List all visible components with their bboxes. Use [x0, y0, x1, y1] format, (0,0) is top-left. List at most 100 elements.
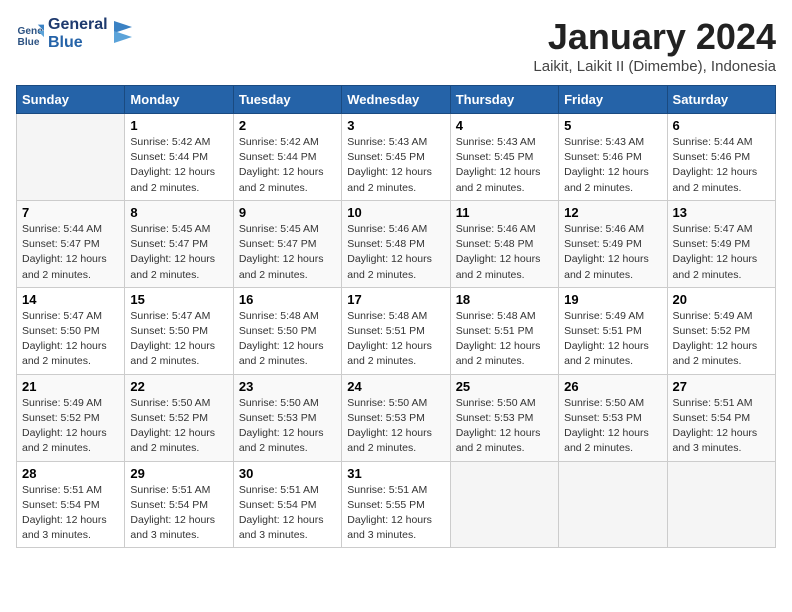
day-info: Sunrise: 5:51 AM Sunset: 5:55 PM Dayligh… — [347, 483, 444, 544]
calendar-week-4: 21 Sunrise: 5:49 AM Sunset: 5:52 PM Dayli… — [17, 374, 776, 461]
day-info: Sunrise: 5:49 AM Sunset: 5:52 PM Dayligh… — [673, 309, 770, 370]
calendar-cell: 28 Sunrise: 5:51 AM Sunset: 5:54 PM Dayli… — [17, 461, 125, 548]
calendar-cell: 8Sunrise: 5:45 AM Sunset: 5:47 PM Daylig… — [125, 200, 233, 287]
calendar-cell — [17, 114, 125, 201]
day-info: Sunrise: 5:43 AM Sunset: 5:46 PM Dayligh… — [564, 135, 661, 196]
day-info: Sunrise: 5:50 AM Sunset: 5:53 PM Dayligh… — [239, 396, 336, 457]
calendar-cell — [450, 461, 558, 548]
day-info: Sunrise: 5:43 AM Sunset: 5:45 PM Dayligh… — [347, 135, 444, 196]
calendar-cell: 17 Sunrise: 5:48 AM Sunset: 5:51 PM Dayli… — [342, 287, 450, 374]
calendar-cell: 23 Sunrise: 5:50 AM Sunset: 5:53 PM Dayli… — [233, 374, 341, 461]
calendar-cell: 12Sunrise: 5:46 AM Sunset: 5:49 PM Dayli… — [559, 200, 667, 287]
calendar-cell: 10 Sunrise: 5:46 AM Sunset: 5:48 PM Dayli… — [342, 200, 450, 287]
day-info: Sunrise: 5:47 AM Sunset: 5:49 PM Dayligh… — [673, 222, 770, 283]
col-header-friday: Friday — [559, 86, 667, 114]
day-number: 5 — [564, 118, 661, 133]
calendar-cell: 7Sunrise: 5:44 AM Sunset: 5:47 PM Daylig… — [17, 200, 125, 287]
day-number: 23 — [239, 379, 336, 394]
calendar-week-3: 14 Sunrise: 5:47 AM Sunset: 5:50 PM Dayli… — [17, 287, 776, 374]
day-number: 7 — [22, 205, 119, 220]
day-info: Sunrise: 5:44 AM Sunset: 5:46 PM Dayligh… — [673, 135, 770, 196]
day-number: 14 — [22, 292, 119, 307]
day-number: 15 — [130, 292, 227, 307]
col-header-monday: Monday — [125, 86, 233, 114]
day-number: 22 — [130, 379, 227, 394]
title-section: January 2024 Laikit, Laikit II (Dimembe)… — [533, 16, 776, 75]
calendar-cell: 21 Sunrise: 5:49 AM Sunset: 5:52 PM Dayli… — [17, 374, 125, 461]
calendar-cell: 4 Sunrise: 5:43 AM Sunset: 5:45 PM Daylig… — [450, 114, 558, 201]
day-number: 6 — [673, 118, 770, 133]
calendar-cell: 31 Sunrise: 5:51 AM Sunset: 5:55 PM Dayli… — [342, 461, 450, 548]
blue-flag-icon — [114, 21, 132, 43]
calendar-cell: 3 Sunrise: 5:43 AM Sunset: 5:45 PM Daylig… — [342, 114, 450, 201]
day-number: 4 — [456, 118, 553, 133]
logo-line2: Blue — [48, 34, 108, 52]
day-number: 29 — [130, 466, 227, 481]
col-header-wednesday: Wednesday — [342, 86, 450, 114]
svg-text:Blue: Blue — [18, 37, 40, 48]
day-number: 26 — [564, 379, 661, 394]
day-number: 28 — [22, 466, 119, 481]
logo-line1: General — [48, 16, 108, 34]
calendar-cell: 29Sunrise: 5:51 AM Sunset: 5:54 PM Dayli… — [125, 461, 233, 548]
day-info: Sunrise: 5:51 AM Sunset: 5:54 PM Dayligh… — [22, 483, 119, 544]
day-number: 3 — [347, 118, 444, 133]
calendar-cell: 16 Sunrise: 5:48 AM Sunset: 5:50 PM Dayli… — [233, 287, 341, 374]
calendar-cell: 11Sunrise: 5:46 AM Sunset: 5:48 PM Dayli… — [450, 200, 558, 287]
col-header-sunday: Sunday — [17, 86, 125, 114]
day-number: 12 — [564, 205, 661, 220]
day-info: Sunrise: 5:51 AM Sunset: 5:54 PM Dayligh… — [239, 483, 336, 544]
calendar-cell: 30 Sunrise: 5:51 AM Sunset: 5:54 PM Dayli… — [233, 461, 341, 548]
day-info: Sunrise: 5:43 AM Sunset: 5:45 PM Dayligh… — [456, 135, 553, 196]
calendar-cell — [667, 461, 775, 548]
calendar-week-1: 1Sunrise: 5:42 AM Sunset: 5:44 PM Daylig… — [17, 114, 776, 201]
day-number: 21 — [22, 379, 119, 394]
day-info: Sunrise: 5:42 AM Sunset: 5:44 PM Dayligh… — [239, 135, 336, 196]
day-info: Sunrise: 5:51 AM Sunset: 5:54 PM Dayligh… — [673, 396, 770, 457]
day-number: 17 — [347, 292, 444, 307]
calendar-week-5: 28 Sunrise: 5:51 AM Sunset: 5:54 PM Dayli… — [17, 461, 776, 548]
day-number: 30 — [239, 466, 336, 481]
calendar-cell: 2 Sunrise: 5:42 AM Sunset: 5:44 PM Daylig… — [233, 114, 341, 201]
day-number: 31 — [347, 466, 444, 481]
day-number: 16 — [239, 292, 336, 307]
calendar-cell: 19Sunrise: 5:49 AM Sunset: 5:51 PM Dayli… — [559, 287, 667, 374]
calendar-cell: 1Sunrise: 5:42 AM Sunset: 5:44 PM Daylig… — [125, 114, 233, 201]
day-number: 8 — [130, 205, 227, 220]
day-number: 24 — [347, 379, 444, 394]
col-header-saturday: Saturday — [667, 86, 775, 114]
calendar-cell: 18Sunrise: 5:48 AM Sunset: 5:51 PM Dayli… — [450, 287, 558, 374]
day-number: 18 — [456, 292, 553, 307]
calendar-cell: 14 Sunrise: 5:47 AM Sunset: 5:50 PM Dayli… — [17, 287, 125, 374]
day-number: 10 — [347, 205, 444, 220]
day-number: 19 — [564, 292, 661, 307]
calendar-cell: 26Sunrise: 5:50 AM Sunset: 5:53 PM Dayli… — [559, 374, 667, 461]
calendar-header-row: SundayMondayTuesdayWednesdayThursdayFrid… — [17, 86, 776, 114]
day-number: 27 — [673, 379, 770, 394]
calendar-cell: 25 Sunrise: 5:50 AM Sunset: 5:53 PM Dayli… — [450, 374, 558, 461]
calendar-cell — [559, 461, 667, 548]
day-info: Sunrise: 5:46 AM Sunset: 5:48 PM Dayligh… — [347, 222, 444, 283]
day-number: 20 — [673, 292, 770, 307]
calendar-cell: 20 Sunrise: 5:49 AM Sunset: 5:52 PM Dayli… — [667, 287, 775, 374]
day-number: 25 — [456, 379, 553, 394]
day-info: Sunrise: 5:48 AM Sunset: 5:50 PM Dayligh… — [239, 309, 336, 370]
day-number: 13 — [673, 205, 770, 220]
general-blue-logo-icon: General Blue — [16, 20, 44, 48]
location-subtitle: Laikit, Laikit II (Dimembe), Indonesia — [533, 58, 776, 75]
calendar-cell: 9Sunrise: 5:45 AM Sunset: 5:47 PM Daylig… — [233, 200, 341, 287]
day-number: 11 — [456, 205, 553, 220]
day-info: Sunrise: 5:42 AM Sunset: 5:44 PM Dayligh… — [130, 135, 227, 196]
month-title: January 2024 — [533, 16, 776, 58]
day-info: Sunrise: 5:47 AM Sunset: 5:50 PM Dayligh… — [22, 309, 119, 370]
day-info: Sunrise: 5:50 AM Sunset: 5:53 PM Dayligh… — [456, 396, 553, 457]
day-info: Sunrise: 5:48 AM Sunset: 5:51 PM Dayligh… — [347, 309, 444, 370]
day-info: Sunrise: 5:50 AM Sunset: 5:53 PM Dayligh… — [347, 396, 444, 457]
calendar-cell: 27 Sunrise: 5:51 AM Sunset: 5:54 PM Dayli… — [667, 374, 775, 461]
day-number: 2 — [239, 118, 336, 133]
calendar-week-2: 7Sunrise: 5:44 AM Sunset: 5:47 PM Daylig… — [17, 200, 776, 287]
calendar-cell: 5 Sunrise: 5:43 AM Sunset: 5:46 PM Daylig… — [559, 114, 667, 201]
day-info: Sunrise: 5:49 AM Sunset: 5:52 PM Dayligh… — [22, 396, 119, 457]
calendar-table: SundayMondayTuesdayWednesdayThursdayFrid… — [16, 85, 776, 548]
calendar-cell: 6 Sunrise: 5:44 AM Sunset: 5:46 PM Daylig… — [667, 114, 775, 201]
